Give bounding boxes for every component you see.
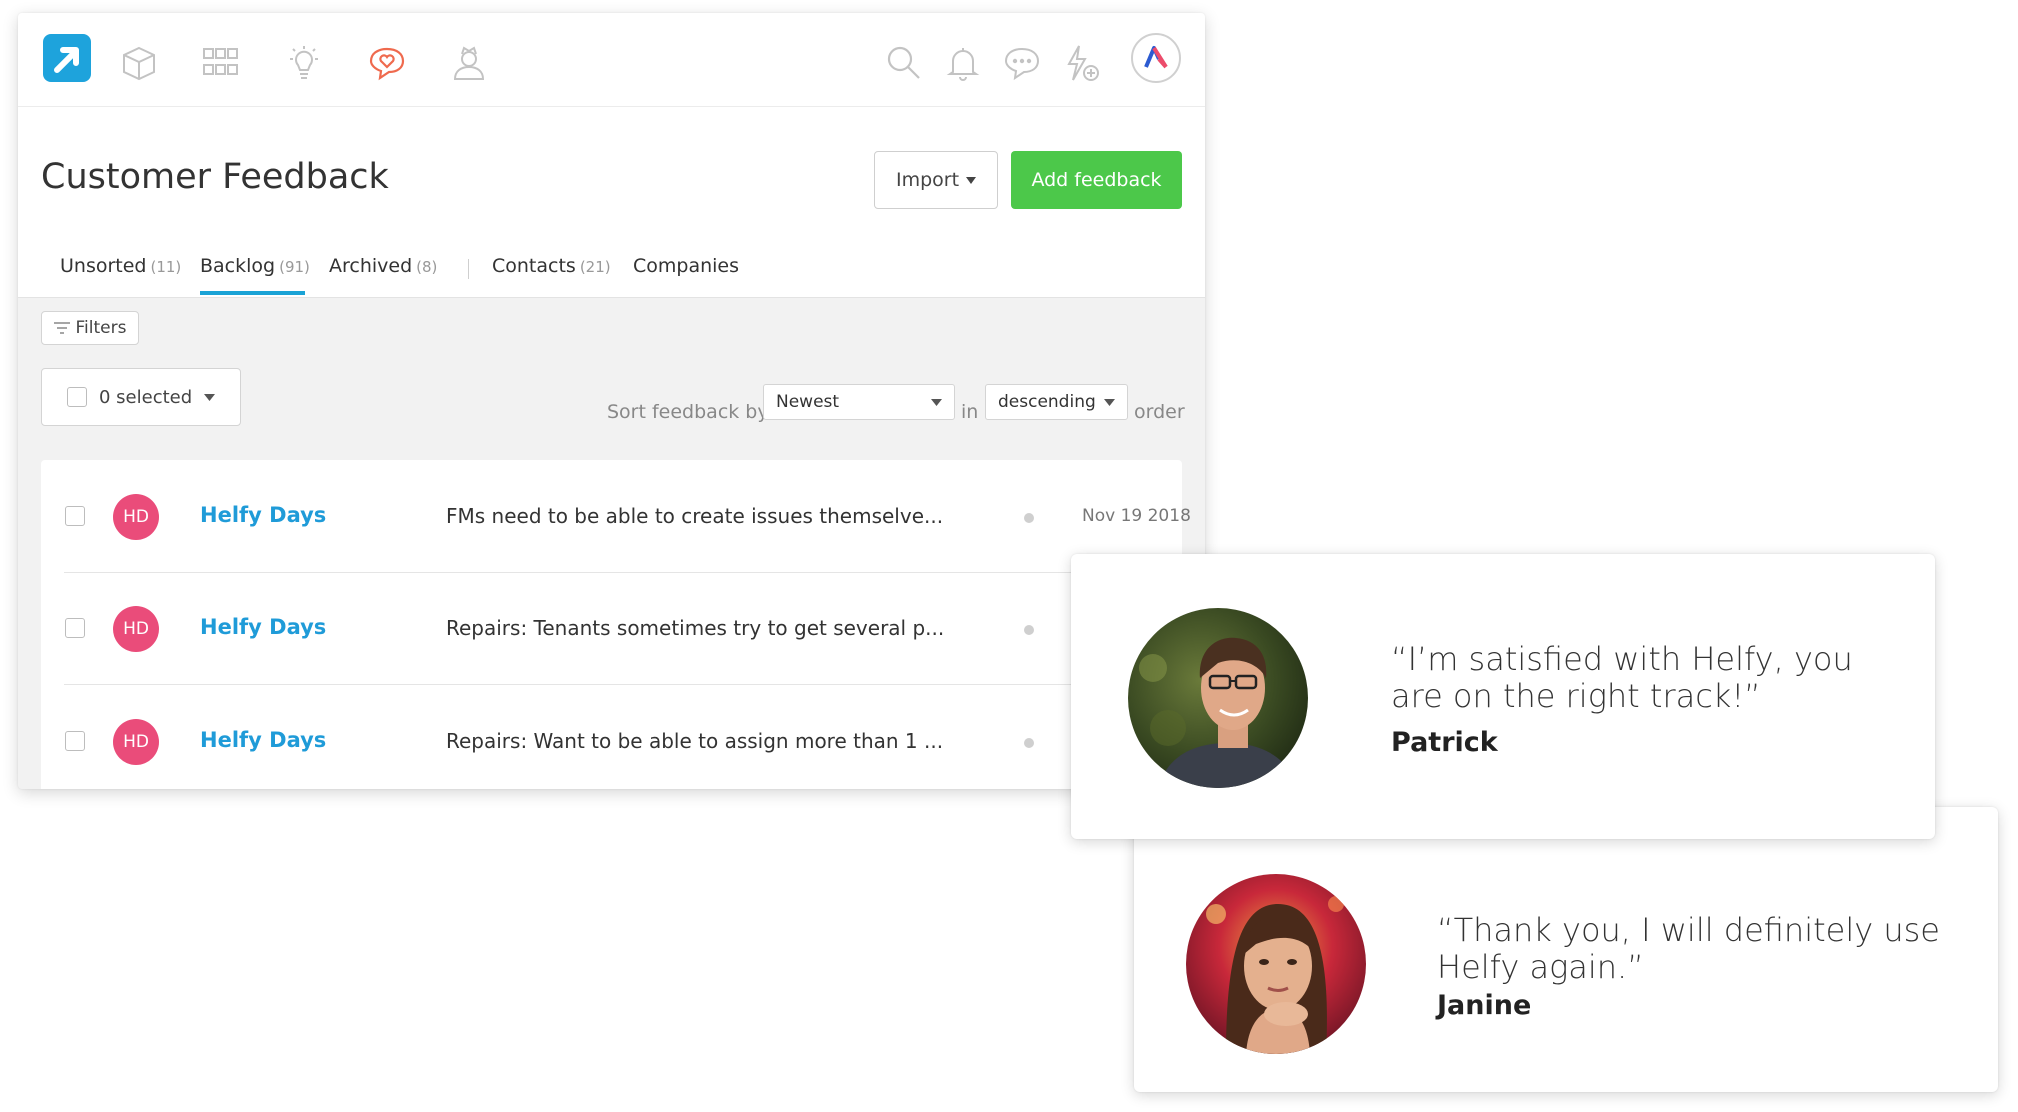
chevron-down-icon	[966, 176, 977, 184]
tab-label: Companies	[633, 255, 740, 277]
search-icon[interactable]	[882, 41, 926, 85]
sort-by-label: Sort feedback by	[607, 401, 769, 423]
testimonial-quote-line: Helfy again.”	[1437, 948, 1644, 986]
tab-label: Unsorted	[60, 255, 147, 277]
feedback-app-window: Customer Feedback Import Add feedback Un…	[18, 13, 1205, 789]
testimonial-card: “Thank you, I will definitely use Helfy …	[1134, 807, 1998, 1092]
table-row[interactable]: HD Helfy Days FMs need to be able to cre…	[41, 460, 1191, 573]
chevron-down-icon	[1104, 399, 1115, 406]
select-all-checkbox[interactable]	[67, 387, 87, 407]
cube-icon[interactable]	[117, 41, 161, 85]
testimonial-photo	[1186, 874, 1366, 1054]
in-label: in	[961, 401, 979, 423]
tab-archived[interactable]: Archived (8)	[329, 255, 437, 277]
status-dot	[1024, 738, 1034, 748]
row-checkbox[interactable]	[65, 618, 85, 638]
bulk-select-dropdown[interactable]: 0 selected	[41, 368, 241, 426]
page-title: Customer Feedback	[41, 157, 389, 197]
user-avatar[interactable]	[1130, 32, 1182, 84]
sort-field-value: Newest	[776, 392, 840, 412]
tab-label: Contacts	[492, 255, 576, 277]
tab-companies[interactable]: Companies	[633, 255, 739, 277]
tab-contacts[interactable]: Contacts (21)	[492, 255, 611, 277]
status-dot	[1024, 625, 1034, 635]
avatar: HD	[113, 606, 159, 652]
row-feedback-text[interactable]: Repairs: Tenants sometimes try to get se…	[446, 616, 944, 640]
row-checkbox[interactable]	[65, 731, 85, 751]
heart-chat-icon[interactable]	[365, 41, 409, 85]
logo-arrow-icon[interactable]	[41, 32, 93, 84]
table-row[interactable]: HD Helfy Days Repairs: Want to be able t…	[41, 685, 1182, 789]
row-customer-name[interactable]: Helfy Days	[200, 728, 326, 752]
testimonial-quote-line: are on the right track!”	[1391, 677, 1761, 715]
filter-icon	[53, 322, 70, 334]
grid-icon[interactable]	[199, 41, 243, 85]
row-feedback-text[interactable]: Repairs: Want to be able to assign more …	[446, 729, 943, 753]
chevron-down-icon	[204, 393, 216, 401]
selected-count-label: 0 selected	[99, 386, 193, 408]
tab-count: (21)	[579, 258, 611, 276]
tab-label: Archived	[329, 255, 413, 277]
testimonial-author: Patrick	[1391, 727, 1498, 758]
row-feedback-text[interactable]: FMs need to be able to create issues the…	[446, 504, 943, 528]
status-dot	[1024, 513, 1034, 523]
row-customer-name[interactable]: Helfy Days	[200, 503, 326, 527]
tab-divider	[468, 259, 469, 279]
testimonial-photo	[1128, 608, 1308, 788]
bell-icon[interactable]	[941, 41, 985, 85]
tab-count: (91)	[279, 258, 310, 276]
avatar: HD	[113, 494, 159, 540]
testimonial-author: Janine	[1437, 990, 1532, 1021]
tab-unsorted[interactable]: Unsorted (11)	[60, 255, 181, 277]
active-tab-indicator	[200, 291, 305, 295]
tab-count: (8)	[416, 258, 438, 276]
top-navigation-bar	[18, 13, 1205, 107]
sort-order-select[interactable]: descending	[985, 384, 1128, 420]
avatar: HD	[113, 719, 159, 765]
sort-order-value: descending	[998, 392, 1096, 412]
filters-label: Filters	[75, 318, 127, 338]
testimonial-quote-line: “I’m satisfied with Helfy, you	[1391, 640, 1853, 678]
tab-label: Backlog	[200, 255, 276, 277]
chat-icon[interactable]	[1000, 41, 1044, 85]
testimonial-quote-line: “Thank you, I will definitely use	[1437, 911, 1940, 949]
table-row[interactable]: HD Helfy Days Repairs: Tenants sometimes…	[41, 572, 1182, 685]
feedback-list: HD Helfy Days FMs need to be able to cre…	[41, 460, 1191, 789]
order-label: order	[1134, 401, 1185, 423]
import-label: Import	[895, 169, 960, 191]
lightbulb-icon[interactable]	[282, 41, 326, 85]
row-date: Nov 19 2018	[1082, 506, 1191, 526]
add-feedback-button[interactable]: Add feedback	[1011, 151, 1182, 209]
sort-field-select[interactable]: Newest	[763, 384, 955, 420]
row-checkbox[interactable]	[65, 506, 85, 526]
row-customer-name[interactable]: Helfy Days	[200, 615, 326, 639]
bolt-plus-icon[interactable]	[1059, 41, 1103, 85]
filters-button[interactable]: Filters	[41, 311, 139, 345]
chevron-down-icon	[931, 399, 942, 406]
import-button[interactable]: Import	[874, 151, 998, 209]
tab-count: (11)	[150, 258, 182, 276]
page-header: Customer Feedback Import Add feedback Un…	[18, 107, 1205, 298]
tab-backlog[interactable]: Backlog (91)	[200, 255, 310, 277]
testimonial-card: “I’m satisfied with Helfy, you are on th…	[1071, 554, 1935, 839]
person-icon[interactable]	[447, 41, 491, 85]
